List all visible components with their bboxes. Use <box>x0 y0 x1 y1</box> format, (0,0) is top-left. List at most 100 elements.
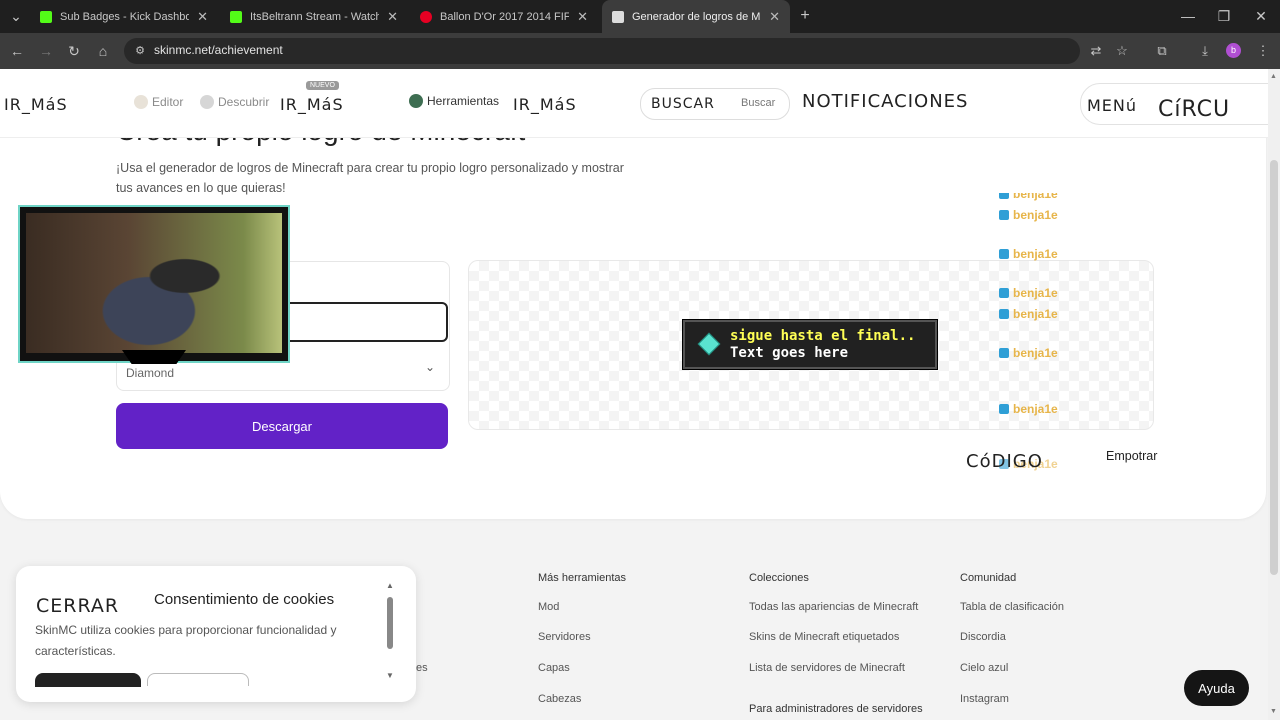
tab-stream[interactable]: ItsBeltrann Stream - Watch Live ✕ <box>220 0 408 33</box>
home-icon[interactable]: ⌂ <box>93 41 113 61</box>
search-placeholder[interactable]: Buscar <box>741 97 775 109</box>
compass-icon <box>200 95 214 109</box>
circle-button[interactable]: CíRCU <box>1158 97 1230 122</box>
bookmark-star-icon[interactable]: ☆ <box>1112 41 1132 61</box>
chat-username: benja1e <box>1013 307 1058 321</box>
footer-link[interactable]: Servidores <box>538 631 591 643</box>
footer-link[interactable]: Cabezas <box>538 693 581 705</box>
toast-title: sigue hasta el final.. <box>730 328 916 344</box>
tab-sub-badges[interactable]: Sub Badges - Kick Dashboard ✕ <box>30 0 218 33</box>
icon-select[interactable]: Diamond <box>126 366 174 380</box>
tab-ballon-dor[interactable]: Ballon D'Or 2017 2014 FIFA Ballo ✕ <box>410 0 598 33</box>
chat-badge-icon <box>999 249 1009 259</box>
back-icon[interactable]: ← <box>7 41 27 61</box>
webcam-frame-ornament <box>122 350 186 364</box>
cookie-scrollbar[interactable] <box>387 597 393 649</box>
footer-link-partial[interactable]: es <box>416 662 428 674</box>
cookie-settings-button[interactable] <box>147 673 249 686</box>
cookie-accept-button[interactable] <box>35 673 141 687</box>
download-button[interactable]: Descargar <box>116 403 448 449</box>
help-button[interactable]: Ayuda <box>1184 670 1249 706</box>
minimize-icon[interactable]: — <box>1178 6 1198 26</box>
embed-tab[interactable]: Empotrar <box>1106 449 1157 463</box>
scroll-down-icon[interactable]: ▼ <box>386 671 394 680</box>
menu-dots-icon[interactable]: ⋮ <box>1253 41 1273 61</box>
pinterest-icon <box>420 10 432 23</box>
chat-badge-icon <box>999 309 1009 319</box>
restore-icon[interactable]: ❐ <box>1214 6 1234 26</box>
scroll-down-icon[interactable]: ▼ <box>1270 708 1277 715</box>
translate-icon[interactable]: ⇄ <box>1086 41 1106 61</box>
footer-heading: Comunidad <box>960 572 1017 584</box>
footer-subheading: Para administradores de servidores <box>749 703 923 715</box>
new-tab-icon[interactable]: + <box>795 6 815 26</box>
cookie-close-button[interactable]: CERRAR <box>36 595 119 617</box>
reload-icon[interactable]: ↻ <box>64 41 84 61</box>
profile-avatar[interactable]: b <box>1226 43 1241 58</box>
toast-text: Text goes here <box>730 345 849 361</box>
site-settings-icon[interactable]: ⚙ <box>130 41 150 61</box>
chat-message: benja1e <box>999 286 1058 300</box>
chat-badge-icon <box>999 348 1009 358</box>
chat-username: benja1e <box>1013 208 1058 222</box>
chevron-down-icon[interactable]: ⌄ <box>425 360 435 374</box>
window-close-icon[interactable]: ✕ <box>1251 6 1271 26</box>
close-icon[interactable]: ✕ <box>387 9 398 25</box>
tab-achievement-generator[interactable]: Generador de logros de Minecra ✕ <box>602 0 790 33</box>
webcam-video <box>26 213 282 353</box>
nav-discover[interactable]: Descubrir <box>200 95 269 109</box>
footer-link[interactable]: Mod <box>538 601 559 613</box>
footer-link[interactable]: Lista de servidores de Minecraft <box>749 662 905 674</box>
code-tab[interactable]: CóDIGO <box>966 451 1043 472</box>
footer-heading: Colecciones <box>749 572 809 584</box>
footer-link[interactable]: Instagram <box>960 693 1009 705</box>
close-icon[interactable]: ✕ <box>197 9 208 25</box>
site-header: IR_MáS Editor Descubrir IR_MáS NUEVO Her… <box>0 69 1268 138</box>
chat-message: benja1e <box>999 402 1058 416</box>
close-icon[interactable]: ✕ <box>769 9 780 25</box>
kick-icon <box>230 10 242 23</box>
download-icon[interactable]: ⤓ <box>1195 41 1215 61</box>
chat-badge-icon <box>999 210 1009 220</box>
footer-link[interactable]: Skins de Minecraft etiquetados <box>749 631 899 643</box>
footer-link[interactable]: Todas las apariencias de Minecraft <box>749 601 918 613</box>
chat-message: benja1e <box>999 346 1058 360</box>
footer-link[interactable]: Capas <box>538 662 570 674</box>
chat-username: benja1e <box>1013 286 1058 300</box>
cookie-text: SkinMC utiliza cookies para proporcionar… <box>35 623 337 658</box>
tab-title: Sub Badges - Kick Dashboard <box>60 10 190 23</box>
chat-message: benja1e <box>999 307 1058 321</box>
chat-badge-icon <box>999 404 1009 414</box>
scroll-up-icon[interactable]: ▲ <box>1270 73 1277 80</box>
nav-go-more[interactable]: IR_MáS <box>280 95 344 114</box>
chat-username: benja1e <box>1013 346 1058 360</box>
footer-link[interactable]: Cielo azul <box>960 662 1008 674</box>
nav-label: Editor <box>152 95 184 109</box>
menu-button[interactable]: MENú <box>1087 96 1137 115</box>
nav-label: Descubrir <box>218 95 270 109</box>
extensions-icon[interactable]: ⧉ <box>1152 41 1172 61</box>
chat-message: benja1e <box>999 247 1058 261</box>
nav-label: Herramientas <box>427 94 500 108</box>
footer-heading: Más herramientas <box>538 572 627 584</box>
scroll-up-icon[interactable]: ▲ <box>386 581 394 590</box>
brush-icon <box>134 95 148 109</box>
scrollbar-thumb[interactable] <box>1270 160 1278 575</box>
footer-link[interactable]: Discordia <box>960 631 1006 643</box>
skinmc-icon <box>612 10 624 23</box>
url-text[interactable]: skinmc.net/achievement <box>154 43 283 57</box>
page-description: ¡Usa el generador de logros de Minecraft… <box>116 161 624 195</box>
page-content: Crea tu propio logro de Minecraft IR_MáS… <box>0 69 1268 720</box>
nav-tools[interactable]: Herramientas <box>409 94 499 108</box>
close-icon[interactable]: ✕ <box>577 9 588 25</box>
nav-go-more[interactable]: IR_MáS <box>513 95 577 114</box>
search-label: BUSCAR <box>651 96 715 112</box>
tab-title: Ballon D'Or 2017 2014 FIFA Ballo <box>440 10 570 23</box>
tab-title: Generador de logros de Minecra <box>632 10 761 23</box>
nav-go-more[interactable]: IR_MáS <box>4 95 68 114</box>
footer-link[interactable]: Tabla de clasificación <box>960 601 1064 613</box>
notifications-button[interactable]: NOTIFICACIONES <box>802 91 968 112</box>
tab-search-icon[interactable]: ⌄ <box>6 6 26 26</box>
nav-editor[interactable]: Editor <box>134 95 183 109</box>
forward-icon[interactable]: → <box>36 41 56 61</box>
